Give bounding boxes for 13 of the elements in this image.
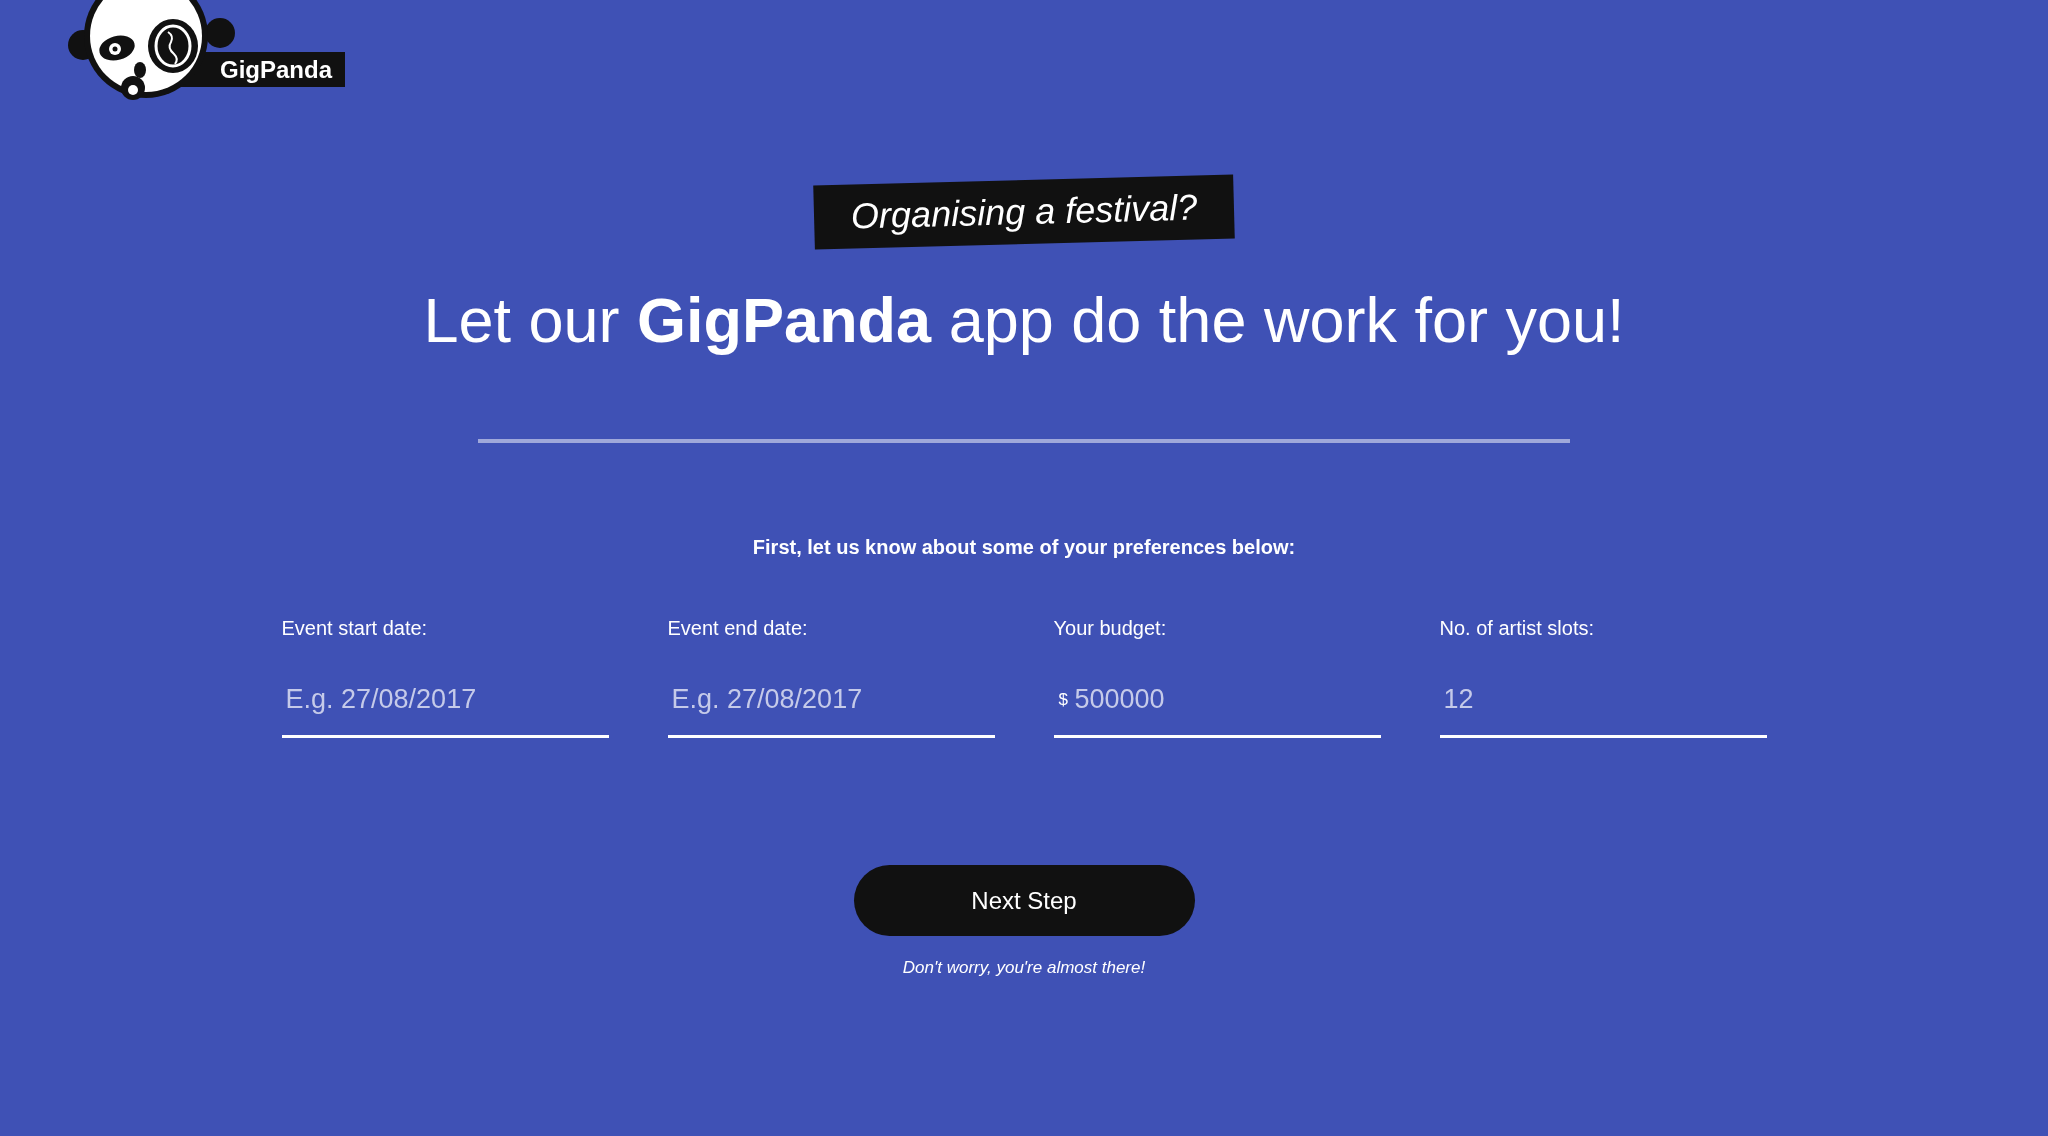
field-label: Your budget:	[1053, 616, 1167, 641]
next-step-button[interactable]: Next Step	[853, 865, 1195, 936]
field-label: No. of artist slots:	[1439, 616, 1594, 641]
input-field[interactable]: 12	[1439, 663, 1767, 738]
currency-symbol: $	[1058, 690, 1068, 710]
helper-note: Don't worry, you're almost there!	[902, 957, 1146, 979]
field-label: Event start date:	[281, 616, 428, 641]
form-intro: First, let us know about some of your preferences below:	[752, 535, 1296, 560]
input-field[interactable]: E.g. 27/08/2017	[281, 663, 609, 738]
field-label: Event end date:	[667, 616, 808, 641]
input-field[interactable]: E.g. 27/08/2017	[667, 663, 995, 738]
tagline-banner: Organising a festival?	[813, 174, 1235, 250]
headline: Let our GigPanda app do the work for you!	[423, 284, 1625, 357]
